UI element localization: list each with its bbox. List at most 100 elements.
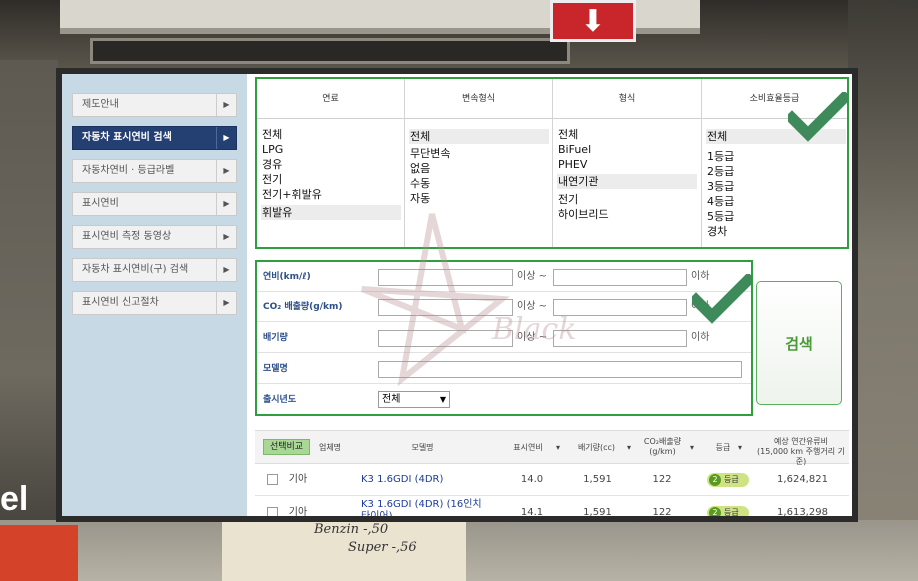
- col-co2[interactable]: CO₂배출량 (g/km): [635, 437, 690, 457]
- filter-header-type: 형식: [553, 79, 701, 119]
- row-annual-cost: 1,613,298: [777, 507, 828, 518]
- range-to-text: 이하: [691, 332, 710, 343]
- sidebar-item-old-search[interactable]: 자동차 표시연비(구) 검색 ▶: [72, 258, 237, 282]
- filter-option[interactable]: 전체: [557, 127, 697, 142]
- right-wall: [848, 0, 918, 581]
- filter-option-selected[interactable]: 내연기관: [557, 174, 697, 189]
- grade-badge: 2 등급: [707, 506, 749, 517]
- row-displacement: 1,591: [583, 507, 612, 518]
- sidebar-item-display-economy[interactable]: 표시연비 ▶: [72, 192, 237, 216]
- filter-option[interactable]: BiFuel: [557, 142, 697, 157]
- sidebar-item-report-procedure[interactable]: 표시연비 신고절차 ▶: [72, 291, 237, 315]
- chevron-right-icon: ▶: [216, 259, 236, 281]
- row-co2: 122: [652, 474, 672, 485]
- ceiling-panel: [90, 38, 570, 64]
- filter-option[interactable]: 경유: [261, 157, 401, 172]
- filter-option[interactable]: 전체: [261, 127, 401, 142]
- filter-option[interactable]: 경차: [706, 224, 846, 239]
- sidebar-item-fuel-economy-search[interactable]: 자동차 표시연비 검색 ▶: [72, 126, 237, 150]
- sidebar-item-system-info[interactable]: 제도안내 ▶: [72, 93, 237, 117]
- sort-down-icon[interactable]: ▾: [687, 431, 697, 465]
- row-displacement: 1,591: [583, 474, 612, 485]
- displacement-label: 배기량: [263, 333, 288, 343]
- col-annual-cost: 예상 연간유류비 (15,000 km 주행거리 기준): [753, 437, 849, 467]
- row-model-line1: K3 1.6GDI (4DR) (16인치: [361, 499, 482, 510]
- filter-option[interactable]: 없음: [409, 161, 549, 176]
- col-co2-line1: CO₂배출량: [643, 437, 682, 446]
- chevron-right-icon: ▶: [216, 292, 236, 314]
- row-annual-cost: 1,624,821: [777, 474, 828, 485]
- row-model-link[interactable]: K3 1.6GDI (4DR): [361, 464, 501, 496]
- table-row: 기아 K3 1.6GDI (4DR) (16인치 타이어) 14.1 1,591…: [255, 497, 849, 522]
- red-sign: [0, 525, 78, 581]
- sidebar-item-label: 표시연비 측정 동영상: [82, 231, 172, 242]
- grade-text: 등급: [724, 475, 739, 484]
- row-checkbox[interactable]: [267, 507, 278, 516]
- filter-option[interactable]: 1등급: [706, 149, 846, 164]
- chevron-right-icon: ▶: [216, 127, 236, 149]
- compare-button[interactable]: 선택비교: [263, 439, 310, 455]
- sidebar-item-label: 자동차 표시연비(구) 검색: [82, 264, 189, 275]
- fuel-economy-label: 연비(km/ℓ): [263, 272, 311, 282]
- grade-badge: 2 등급: [707, 473, 749, 487]
- monitor-screen: 제도안내 ▶ 자동차 표시연비 검색 ▶ 자동차연비 · 등급라벨 ▶ 표시연비…: [56, 68, 858, 522]
- filter-option[interactable]: LPG: [261, 142, 401, 157]
- row-checkbox[interactable]: [267, 474, 278, 485]
- filter-option-selected[interactable]: 전체: [409, 129, 549, 144]
- poster-line-1: Benzin -,50: [314, 522, 389, 537]
- filter-option[interactable]: 4등급: [706, 194, 846, 209]
- row-fuel-economy: 14.1: [520, 507, 544, 518]
- filter-option[interactable]: 전기: [557, 192, 697, 207]
- filter-header-fuel: 연료: [257, 79, 404, 119]
- filter-option[interactable]: 전기: [261, 172, 401, 187]
- results-header: 선택비교 업체명 모델명 표시연비 ▾ 배기량(cc) ▾ CO₂배출량 (g/…: [255, 430, 849, 467]
- poster: Benzin -,50 Super -,56: [222, 520, 466, 581]
- row-maker: 기아: [288, 507, 308, 518]
- filter-option[interactable]: 5등급: [706, 209, 846, 224]
- watermark-logo: Black: [360, 213, 577, 387]
- checkmark-icon: [788, 92, 848, 142]
- chevron-right-icon: ▶: [216, 226, 236, 248]
- filter-option[interactable]: 3등급: [706, 179, 846, 194]
- row-model-link[interactable]: K3 1.6GDI (4DR) (16인치 타이어): [361, 499, 501, 522]
- sidebar-item-label: 자동차 표시연비 검색: [82, 132, 172, 143]
- sort-down-icon[interactable]: ▾: [735, 431, 745, 465]
- table-row: 기아 K3 1.6GDI (4DR) 14.0 1,591 122 2 등급 1…: [255, 464, 849, 496]
- sidebar-item-label: 표시연비: [82, 198, 119, 209]
- row-maker: 기아: [288, 474, 308, 485]
- col-fuel-economy[interactable]: 표시연비: [503, 431, 553, 465]
- grade-number: 2: [709, 507, 721, 516]
- checkmark-icon: [692, 274, 752, 324]
- col-annual-cost-line1: 예상 연간유류비: [773, 437, 829, 446]
- col-maker[interactable]: 업체명: [315, 431, 345, 465]
- col-model[interactable]: 모델명: [380, 431, 465, 465]
- col-grade[interactable]: 등급: [713, 431, 733, 465]
- chevron-right-icon: ▶: [216, 160, 236, 182]
- sort-down-icon[interactable]: ▾: [624, 431, 634, 465]
- chevron-right-icon: ▶: [216, 94, 236, 116]
- filter-option[interactable]: 자동: [409, 191, 549, 206]
- row-model-line2: 타이어): [361, 511, 393, 522]
- grade-text: 등급: [724, 508, 739, 517]
- exit-arrow-sign: ⬇: [550, 0, 636, 42]
- filter-option[interactable]: 무단변속: [409, 146, 549, 161]
- filter-option[interactable]: 2등급: [706, 164, 846, 179]
- col-displacement[interactable]: 배기량(cc): [569, 431, 624, 465]
- sort-down-icon[interactable]: ▾: [553, 431, 563, 465]
- filter-option[interactable]: PHEV: [557, 157, 697, 172]
- year-label: 출시년도: [263, 395, 297, 405]
- row-co2: 122: [652, 507, 672, 518]
- filter-header-transmission: 변속형식: [405, 79, 552, 119]
- row-fuel-economy: 14.0: [520, 474, 544, 485]
- left-sign-text: el: [0, 480, 29, 518]
- sidebar: 제도안내 ▶ 자동차 표시연비 검색 ▶ 자동차연비 · 등급라벨 ▶ 표시연비…: [62, 74, 247, 516]
- sidebar-item-label: 제도안내: [82, 99, 119, 110]
- search-button[interactable]: 검색: [756, 281, 842, 405]
- sidebar-item-measurement-video[interactable]: 표시연비 측정 동영상 ▶: [72, 225, 237, 249]
- grade-number: 2: [709, 474, 721, 486]
- chevron-right-icon: ▶: [216, 193, 236, 215]
- filter-option[interactable]: 전기+휘발유: [261, 187, 401, 202]
- filter-option[interactable]: 수동: [409, 176, 549, 191]
- sidebar-item-label: 표시연비 신고절차: [82, 297, 159, 308]
- sidebar-item-grade-label[interactable]: 자동차연비 · 등급라벨 ▶: [72, 159, 237, 183]
